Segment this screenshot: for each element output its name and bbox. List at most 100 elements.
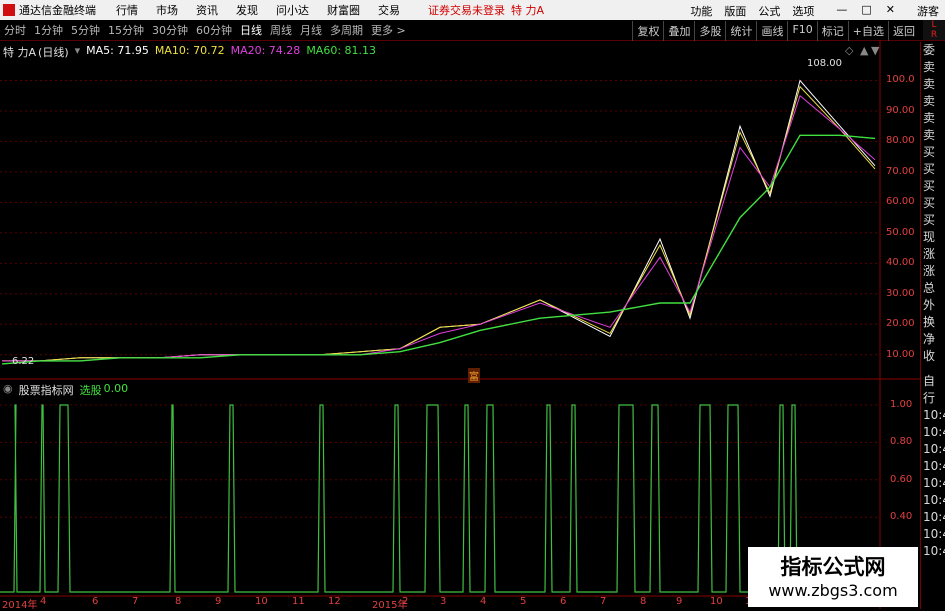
indicator-value: 0.00: [103, 382, 129, 395]
add-watchlist-button[interactable]: +自选: [847, 21, 888, 41]
settings-icon[interactable]: ▾: [75, 44, 81, 60]
menu-bar: 通达信金融终端 行情 市场 资讯 发现 问小达 财富圈 交易 证券交易未登录 特…: [0, 0, 945, 21]
sidebar-bottom-4: 10:4: [923, 442, 945, 456]
time-tick-label: 9: [215, 596, 222, 607]
period-tag: (日线): [38, 46, 69, 59]
expand-diamond-icon[interactable]: ◇: [845, 44, 853, 57]
scroll-down-icon[interactable]: ▼: [871, 44, 879, 57]
restore-rights-button[interactable]: 复权: [632, 21, 663, 41]
sidebar-bottom-5: 10:4: [923, 459, 945, 473]
time-tick-label: 5: [520, 596, 527, 607]
menu-item-trade[interactable]: 交易: [378, 2, 400, 18]
multi-stock-button[interactable]: 多股: [694, 21, 725, 41]
sidebar-bottom-1[interactable]: 行情: [921, 390, 945, 407]
watermark-title: 指标公式网: [780, 555, 886, 579]
price-tick-label: 30.00: [886, 287, 915, 299]
kline-chart[interactable]: [0, 40, 920, 609]
main-chart-title: 特 力A (日线) ▾ MA5: 71.95 MA10: 70.72 MA20:…: [3, 44, 376, 60]
sidebar-field-14: 总量: [923, 281, 936, 295]
period-tab-30min[interactable]: 30分钟: [148, 22, 192, 38]
maximize-button[interactable]: □: [861, 3, 871, 19]
time-tick-label: 7: [600, 596, 607, 607]
lr-toggle[interactable]: L R: [923, 20, 945, 40]
price-tick-label: 40.00: [886, 257, 915, 269]
menu-item-news[interactable]: 资讯: [196, 2, 218, 18]
ma-line-ma5: [2, 79, 876, 362]
menu-layout[interactable]: 版面: [724, 3, 746, 19]
sidebar-bottom-2: 10:4: [923, 408, 945, 422]
window-controls: — □ ✕: [836, 3, 895, 19]
ma-line-ma60: [1, 134, 876, 365]
price-tick-label: 50.00: [886, 226, 915, 238]
sidebar-field-16: 换手: [923, 315, 936, 329]
overlay-button[interactable]: 叠加: [663, 21, 694, 41]
menu-options[interactable]: 选项: [792, 3, 814, 19]
indicator-tick-label: 1.00: [890, 399, 913, 410]
period-tab-multi[interactable]: 多周期: [326, 22, 367, 38]
indicator-tick-label: 0.40: [890, 511, 913, 523]
menu-formula[interactable]: 公式: [758, 3, 780, 19]
period-tab-intraday[interactable]: 分时: [0, 22, 30, 38]
main-grid: [0, 79, 880, 356]
price-tick-label: 100.0: [886, 74, 915, 86]
ma20-label: MA20: 74.28: [230, 44, 301, 57]
time-tick-label: 10: [255, 596, 268, 607]
scroll-up-icon[interactable]: ▲: [860, 44, 868, 57]
period-tab-5min[interactable]: 5分钟: [67, 22, 104, 38]
login-notice[interactable]: 证券交易未登录: [428, 2, 505, 18]
sidebar-field-13: 涨幅: [923, 264, 936, 278]
menu-item-wealth[interactable]: 财富圈: [327, 2, 360, 18]
sidebar-field-1: 卖五: [923, 60, 936, 74]
sidebar-bottom-0[interactable]: 自动: [921, 373, 945, 390]
period-tab-60min[interactable]: 60分钟: [192, 22, 236, 38]
sidebar-bottom-6: 10:4: [923, 476, 945, 490]
stock-title: 特 力A: [3, 46, 37, 59]
sidebar-field-2: 卖四: [923, 77, 936, 91]
time-tick-label: 9: [676, 596, 683, 607]
app-logo-icon: [3, 4, 15, 16]
price-tick-label: 80.00: [886, 135, 915, 147]
sidebar-bottom-7: 10:4: [923, 493, 945, 507]
period-tab-1min[interactable]: 1分钟: [30, 22, 67, 38]
quote-sidebar: 委比卖五卖四卖三卖二卖一买一买二买三买四买五现价涨跌涨幅总量外盘换手净资收益 自…: [920, 42, 945, 609]
statistics-button[interactable]: 统计: [725, 21, 756, 41]
sidebar-field-12: 涨跌: [923, 247, 936, 261]
guest-label[interactable]: 游客: [917, 3, 939, 19]
f10-button[interactable]: F10: [787, 21, 816, 41]
sidebar-field-11: 现价: [923, 230, 936, 244]
indicator-tick-label: 0.80: [890, 436, 913, 448]
period-tab-more[interactable]: 更多 >: [367, 22, 410, 38]
time-tick-label: 3: [440, 596, 447, 607]
menu-item-market[interactable]: 市场: [156, 2, 178, 18]
low-price-label: 6.22: [12, 356, 35, 367]
indicator-tick-label: 0.60: [890, 473, 913, 485]
time-tick-label: 6: [92, 596, 99, 607]
lr-top-label: L: [931, 20, 937, 30]
back-button[interactable]: 返回: [888, 21, 919, 41]
menu-function[interactable]: 功能: [690, 3, 712, 19]
period-tab-monthly[interactable]: 月线: [296, 22, 326, 38]
period-tab-daily[interactable]: 日线: [236, 22, 266, 38]
stock-name-header: 特 力A: [511, 4, 545, 17]
event-marker[interactable]: 富: [468, 368, 480, 383]
ma5-label: MA5: 71.95: [86, 44, 149, 57]
high-price-label: 108.00: [807, 58, 842, 69]
mark-button[interactable]: 标记: [816, 21, 848, 41]
menu-item-discover[interactable]: 发现: [236, 2, 258, 18]
period-tab-15min[interactable]: 15分钟: [104, 22, 148, 38]
close-button[interactable]: ✕: [886, 3, 895, 19]
watermark: 指标公式网 www.zbgs3.com: [748, 547, 918, 607]
menu-item-quote[interactable]: 行情: [116, 2, 138, 18]
toolbar-right-group: 复权 叠加 多股 统计 画线 F10 标记 +自选 返回: [632, 21, 919, 41]
minimize-button[interactable]: —: [836, 3, 847, 19]
sidebar-field-4: 卖二: [923, 111, 936, 125]
period-tab-weekly[interactable]: 周线: [266, 22, 296, 38]
time-tick-label: 4: [40, 596, 47, 607]
indicator-settings-icon[interactable]: ◉: [3, 382, 13, 398]
sidebar-field-0: 委比: [923, 43, 936, 57]
draw-line-button[interactable]: 画线: [756, 21, 787, 41]
price-tick-label: 90.00: [886, 104, 915, 116]
sidebar-field-3: 卖三: [923, 94, 936, 108]
menu-right-group: 功能 版面 公式 选项 — □ ✕ 游客: [690, 3, 939, 19]
menu-item-ask[interactable]: 问小达: [276, 2, 309, 18]
